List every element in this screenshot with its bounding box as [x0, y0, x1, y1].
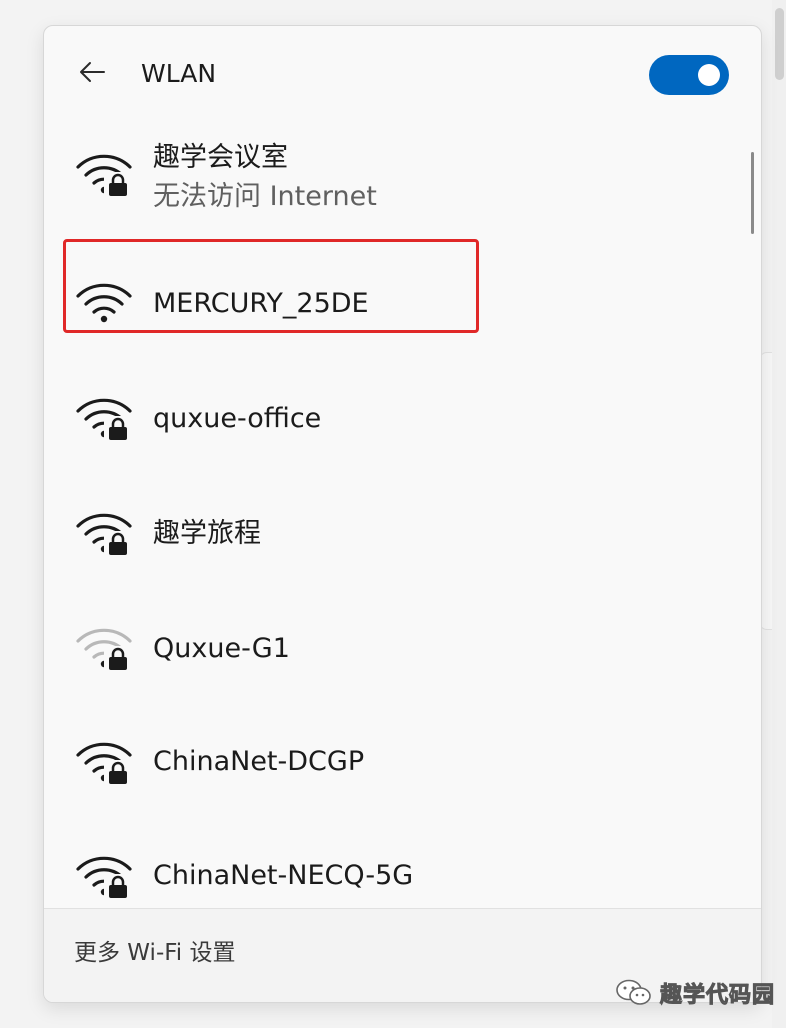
wifi-secured-icon [74, 507, 134, 557]
network-name: ChinaNet-NECQ-5G [153, 860, 414, 891]
wifi-toggle[interactable] [649, 55, 729, 95]
page-scrollbar-thumb[interactable] [775, 8, 784, 80]
network-name: Quxue-G1 [153, 633, 290, 664]
page-scrollbar-track[interactable] [772, 0, 786, 1028]
page-title: WLAN [141, 59, 217, 88]
wifi-secured-icon [74, 736, 134, 786]
network-list: 趣学会议室 无法访问 Internet MERCURY_25DE quxue-o… [44, 131, 734, 906]
network-item[interactable]: MERCURY_25DE [44, 255, 734, 345]
wlan-header: WLAN [44, 26, 761, 126]
network-item[interactable]: 趣学会议室 无法访问 Internet [44, 131, 734, 233]
network-item[interactable]: 趣学旅程 [44, 481, 734, 585]
toggle-knob [698, 64, 720, 86]
network-list-scrollbar[interactable] [751, 152, 754, 234]
wlan-flyout-panel: WLAN 趣学会议室 无法访问 Internet MERCURY_25DE qu… [43, 25, 762, 1003]
wifi-weak-secured-icon [74, 622, 134, 672]
back-button[interactable] [72, 56, 112, 92]
network-name: 趣学会议室 [153, 142, 288, 173]
network-name: 趣学旅程 [153, 518, 261, 549]
wifi-secured-icon [74, 392, 134, 442]
network-item[interactable]: ChinaNet-DCGP [44, 709, 734, 813]
wifi-secured-icon [74, 148, 134, 198]
wifi-icon [74, 277, 134, 327]
wechat-icon [614, 978, 654, 1008]
arrow-left-icon [78, 60, 106, 88]
network-status: 无法访问 Internet [153, 181, 377, 212]
network-name: MERCURY_25DE [153, 288, 369, 319]
more-wifi-settings-link[interactable]: 更多 Wi-Fi 设置 [74, 938, 236, 968]
wifi-secured-icon [74, 850, 134, 900]
network-item[interactable]: Quxue-G1 [44, 595, 734, 699]
watermark-text: 趣学代码园 [659, 982, 776, 1009]
network-name: quxue-office [153, 403, 322, 434]
watermark: 趣学代码园 [614, 975, 775, 1011]
network-name: ChinaNet-DCGP [153, 746, 365, 777]
network-item[interactable]: quxue-office [44, 367, 734, 471]
